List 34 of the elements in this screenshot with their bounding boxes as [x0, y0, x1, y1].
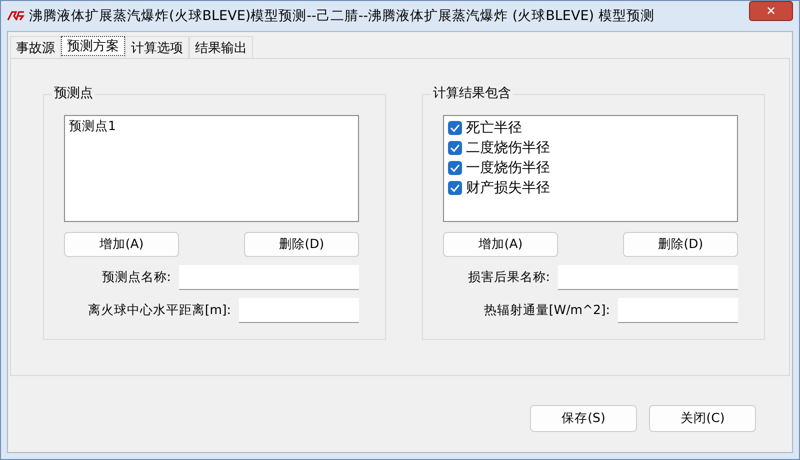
tab[interactable]: 预测方案 — [61, 36, 125, 56]
checkbox[interactable] — [448, 141, 462, 155]
tab[interactable]: 事故源 — [10, 36, 61, 58]
group-title: 计算结果包含 — [431, 86, 513, 102]
field-label: 损害后果名称: — [468, 269, 550, 286]
dialog-button[interactable]: 增加(A) — [64, 232, 179, 257]
group-title: 预测点 — [52, 86, 95, 102]
dialog-button[interactable]: 删除(D) — [244, 232, 359, 257]
checkbox[interactable] — [448, 121, 462, 135]
dialog-button[interactable]: 增加(A) — [443, 232, 558, 257]
list-item[interactable]: 预测点1 — [69, 118, 354, 134]
field-label: 热辐射通量[W/m^2]: — [484, 302, 610, 319]
tab[interactable]: 计算选项 — [125, 36, 189, 58]
close-button[interactable]: ✕ — [749, 1, 793, 21]
tab[interactable]: 结果输出 — [189, 36, 253, 58]
list-item[interactable]: 死亡半径 — [466, 119, 522, 137]
field-label: 预测点名称: — [102, 269, 171, 286]
list-box[interactable]: 预测点1 — [64, 115, 359, 222]
dialog-button[interactable]: 保存(S) — [530, 405, 637, 432]
input-field[interactable] — [558, 265, 738, 290]
input-field[interactable] — [618, 298, 738, 323]
app-logo-icon — [7, 11, 25, 21]
field-label: 离火球中心水平距离[m]: — [88, 302, 231, 319]
checkbox[interactable] — [448, 161, 462, 175]
list-item[interactable]: 财产损失半径 — [466, 179, 550, 197]
dialog-button[interactable]: 关闭(C) — [649, 405, 756, 432]
window-title: 沸腾液体扩展蒸汽爆炸(火球BLEVE)模型预测--己二腈--沸腾液体扩展蒸汽爆炸 (火球BLEVE) 模型预测 — [29, 7, 656, 25]
dialog-button[interactable]: 删除(D) — [623, 232, 738, 257]
list-box[interactable]: 死亡半径 二度烧伤半径 一度烧伤半径 财产损失半径 — [443, 115, 738, 222]
input-field[interactable] — [239, 298, 359, 323]
list-item[interactable]: 二度烧伤半径 — [466, 139, 550, 157]
input-field[interactable] — [179, 265, 359, 290]
list-item[interactable]: 一度烧伤半径 — [466, 159, 550, 177]
checkbox[interactable] — [448, 181, 462, 195]
